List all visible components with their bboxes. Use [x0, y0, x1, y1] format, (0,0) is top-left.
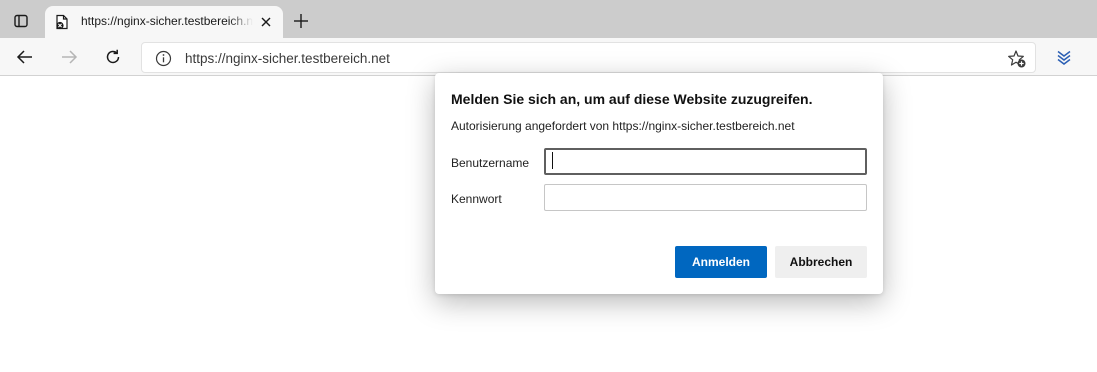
- username-label: Benutzername: [451, 156, 530, 170]
- back-arrow-icon[interactable]: [11, 43, 39, 71]
- collections-icon[interactable]: [1050, 43, 1078, 71]
- navigation-toolbar: https://nginx-sicher.testbereich.net: [0, 38, 1097, 76]
- password-label: Kennwort: [451, 192, 502, 206]
- plus-icon[interactable]: [290, 10, 312, 32]
- forward-arrow-icon[interactable]: [55, 43, 83, 71]
- dialog-subtitle: Autorisierung angefordert von https://ng…: [451, 119, 795, 133]
- address-url[interactable]: https://nginx-sicher.testbereich.net: [185, 51, 390, 66]
- refresh-icon[interactable]: [99, 43, 127, 71]
- auth-dialog: Melden Sie sich an, um auf diese Website…: [435, 73, 883, 294]
- tab-strip: https://nginx-sicher.testbereich.net: [0, 0, 1097, 38]
- address-bar[interactable]: https://nginx-sicher.testbereich.net: [141, 42, 1036, 73]
- tab-title: https://nginx-sicher.testbereich.net: [81, 14, 253, 28]
- close-icon[interactable]: [257, 13, 275, 31]
- password-field[interactable]: [544, 184, 867, 211]
- text-caret: [552, 152, 553, 169]
- page-favicon-icon: [54, 14, 70, 30]
- tab-actions-icon[interactable]: [8, 8, 34, 34]
- username-field[interactable]: [544, 148, 867, 175]
- star-add-icon[interactable]: [1006, 48, 1028, 70]
- cancel-button[interactable]: Abbrechen: [775, 246, 867, 278]
- dialog-title: Melden Sie sich an, um auf diese Website…: [451, 91, 813, 107]
- info-icon[interactable]: [154, 49, 172, 67]
- sign-in-button[interactable]: Anmelden: [675, 246, 767, 278]
- tab-active[interactable]: https://nginx-sicher.testbereich.net: [45, 6, 283, 38]
